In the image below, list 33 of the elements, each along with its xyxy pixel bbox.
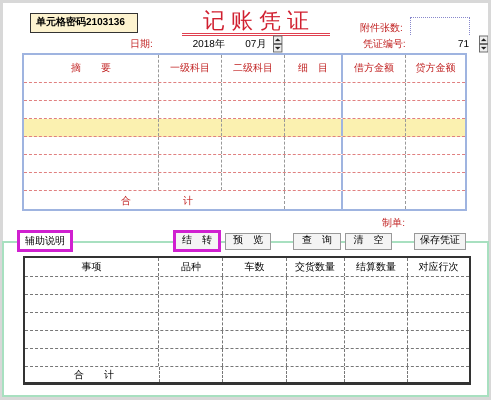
- spinner-icon[interactable]: [273, 35, 283, 53]
- column-header: 车数: [222, 258, 286, 276]
- attachments-field[interactable]: [410, 17, 470, 35]
- attachments-label: 附件张数:: [360, 22, 404, 36]
- total-label: 合: [74, 370, 84, 382]
- column-header: 一级科目: [158, 55, 222, 82]
- column-header: 摘 要: [70, 62, 112, 76]
- voucher-number-label: 凭证编号:: [362, 38, 407, 52]
- action-button[interactable]: 保存凭证: [414, 232, 466, 250]
- auxiliary-note-label: 辅助说明: [17, 230, 73, 252]
- voucher-number-value: 71: [458, 38, 470, 52]
- column-header: 二级科目: [221, 55, 284, 82]
- action-button[interactable]: 清 空: [345, 232, 392, 250]
- column-header: 细 目: [284, 55, 342, 82]
- spinner-icon[interactable]: [478, 35, 488, 53]
- total-label: 计: [104, 370, 114, 382]
- column-header: 结算数量: [344, 258, 408, 276]
- action-button[interactable]: 预 览: [225, 232, 271, 250]
- voucher-title: 记 账 凭 证: [182, 9, 330, 36]
- total-label: 合: [121, 195, 131, 209]
- column-header: 事项: [80, 260, 103, 274]
- column-header: 对应行次: [407, 258, 469, 276]
- total-label: 计: [183, 194, 193, 209]
- preparer-label: 制单:: [382, 216, 405, 230]
- action-button[interactable]: 结 转: [173, 230, 221, 252]
- date-label: 日期:: [130, 38, 154, 52]
- year-value: 2018年: [192, 38, 226, 52]
- column-header: 贷方金额: [404, 55, 465, 82]
- column-header: 品种: [158, 258, 222, 276]
- cell-password-label: 单元格密码2103136: [30, 13, 138, 33]
- action-button[interactable]: 查 询: [293, 232, 341, 250]
- column-header: 交货数量: [286, 258, 344, 276]
- month-value: 07月: [245, 38, 268, 52]
